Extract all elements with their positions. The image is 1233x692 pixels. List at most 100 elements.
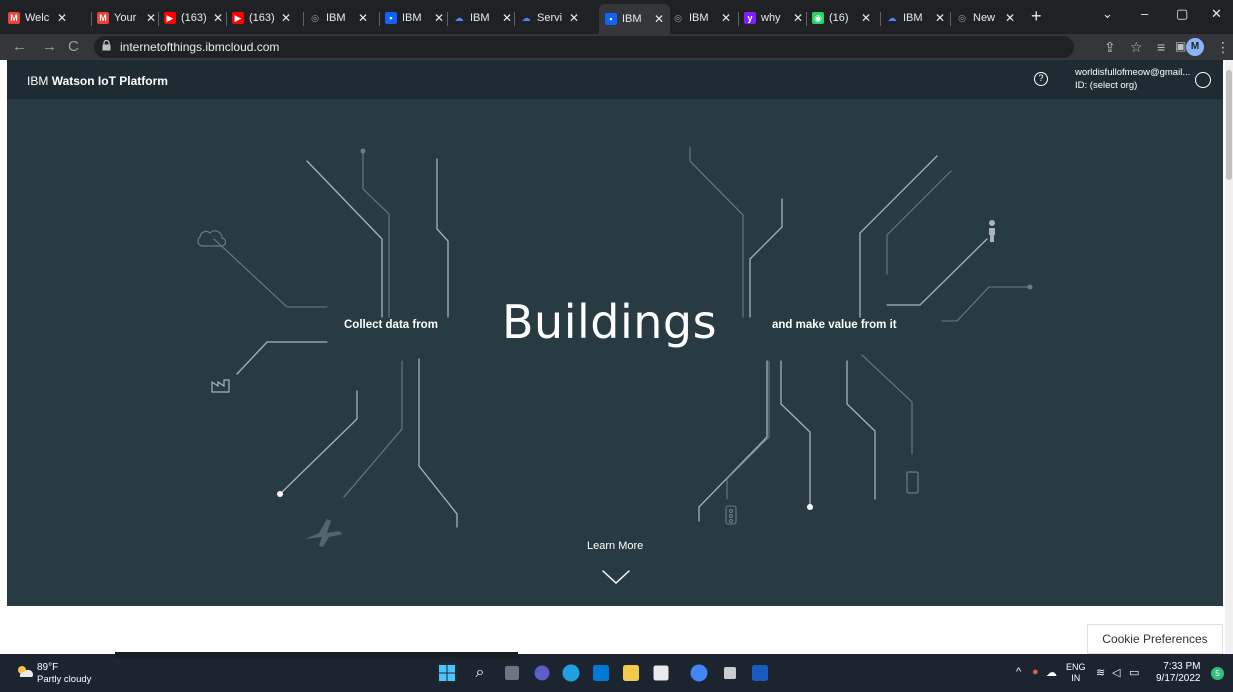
reading-list-icon[interactable]: ≡ [1157, 39, 1165, 55]
tab-title: Your [114, 12, 137, 24]
tab-close-icon[interactable]: ✕ [434, 11, 444, 25]
browser-tab[interactable]: ▶ (163) ✕ [164, 8, 223, 28]
forward-icon[interactable]: → [42, 38, 57, 55]
address-bar[interactable]: internetofthings.ibmcloud.com [94, 36, 1074, 58]
tab-close-icon[interactable]: ✕ [146, 11, 156, 25]
circuit-illustration [197, 146, 1033, 584]
browser-tab[interactable]: ☁ IBM ✕ [453, 8, 513, 28]
restore-button[interactable]: ▢ [1176, 6, 1188, 22]
ibm-cloud-icon: ☁ [521, 12, 531, 23]
help-icon[interactable]: ? [1034, 72, 1048, 86]
browser-tab[interactable]: ☁ Servi ✕ [520, 8, 580, 28]
browser-tab[interactable]: ▶ (163) ✕ [232, 8, 291, 28]
volume-icon[interactable]: ◁ [1112, 666, 1120, 679]
file-explorer-icon[interactable] [623, 665, 639, 681]
lang-top: ENG [1066, 662, 1086, 672]
menu-kebab-icon[interactable]: ⋮ [1216, 39, 1230, 56]
notification-badge[interactable]: 5 [1211, 667, 1224, 680]
profile-avatar[interactable]: M [1186, 38, 1204, 56]
tab-title: IBM [402, 12, 422, 24]
clock[interactable]: 7:33 PM 9/17/2022 [1156, 661, 1201, 685]
account-info[interactable]: worldisfullofmeow@gmail... ID: (select o… [1075, 66, 1190, 92]
browser-tab[interactable]: ◎ IBM ✕ [309, 8, 368, 28]
wifi-icon[interactable]: ≋ [1096, 666, 1105, 679]
url-text: internetofthings.ibmcloud.com [120, 40, 280, 54]
tab-close-icon[interactable]: ✕ [358, 11, 368, 25]
browser-tab[interactable]: M Your ✕ [97, 8, 156, 28]
close-window-button[interactable]: ✕ [1211, 6, 1222, 22]
tab-close-icon[interactable]: ✕ [213, 11, 223, 25]
store-icon[interactable] [653, 665, 669, 681]
phone-icon [906, 471, 919, 494]
ibm-cloud-icon: ☁ [887, 12, 897, 23]
tray-overflow-icon[interactable]: ^ [1016, 666, 1021, 678]
search-icon[interactable]: ⌕ [470, 663, 490, 683]
browser-tab[interactable]: M Welc ✕ [8, 8, 67, 28]
tab-title: New [973, 12, 996, 24]
hero-rotating-word: Buildings [502, 295, 718, 349]
globe-icon: ◎ [674, 12, 682, 23]
mail-icon[interactable] [593, 665, 609, 681]
tab-title: IBM [326, 12, 346, 24]
tab-separator [880, 12, 881, 26]
windows-taskbar: 89°F Partly cloudy ⌕ ^ ● ☁ ENG IN ≋ ◁ ▭ … [0, 652, 1233, 692]
tab-close-icon[interactable]: ✕ [721, 11, 731, 25]
user-icon[interactable] [1195, 72, 1211, 88]
app-icon[interactable] [724, 667, 736, 679]
browser-tab[interactable]: ▪ IBM ✕ [385, 8, 444, 28]
tab-close-icon[interactable]: ✕ [57, 11, 67, 25]
bookmark-star-icon[interactable]: ☆ [1130, 39, 1143, 56]
brand-prefix: IBM [27, 74, 49, 88]
tab-title: IBM [470, 12, 490, 24]
brand-title[interactable]: IBM Watson IoT Platform [27, 74, 168, 88]
tab-separator [950, 12, 951, 26]
browser-tab[interactable]: ☁ IBM ✕ [886, 8, 946, 28]
share-icon[interactable]: ⇪ [1104, 39, 1116, 56]
tab-close-icon[interactable]: ✕ [861, 11, 871, 25]
teams-chat-icon[interactable] [534, 665, 550, 681]
browser-tab[interactable]: y why ✕ [744, 8, 803, 28]
hero-banner: Collect data from Buildings and make val… [7, 99, 1223, 606]
back-icon[interactable]: ← [12, 38, 27, 55]
minimize-button[interactable]: – [1141, 6, 1148, 21]
factory-icon [211, 379, 230, 393]
word-icon[interactable] [752, 665, 768, 681]
tab-close-icon[interactable]: ✕ [281, 11, 291, 25]
battery-icon[interactable]: ▭ [1129, 666, 1139, 679]
page-scrollbar-thumb[interactable] [1226, 70, 1232, 180]
weather-temp: 89°F [37, 662, 59, 673]
tab-separator [158, 12, 159, 26]
cookie-preferences-button[interactable]: Cookie Preferences [1087, 624, 1223, 654]
tab-close-icon[interactable]: ✕ [654, 12, 664, 26]
side-panel-icon[interactable]: ▣ [1175, 39, 1186, 53]
edge-icon[interactable] [562, 664, 580, 682]
tab-separator [226, 12, 227, 26]
tab-separator [303, 12, 304, 26]
tab-title: IBM [903, 12, 923, 24]
tray-app-icon[interactable]: ● [1032, 666, 1039, 678]
reload-icon[interactable]: C [68, 38, 79, 55]
tab-close-icon[interactable]: ✕ [569, 11, 579, 25]
learn-more-link[interactable]: Learn More [587, 540, 643, 552]
iot-header: IBM Watson IoT Platform ? worldisfullofm… [7, 60, 1223, 99]
tab-search-icon[interactable]: ⌄ [1102, 6, 1113, 22]
tray-cloud-icon[interactable]: ☁ [1046, 666, 1057, 679]
tab-separator [447, 12, 448, 26]
account-email: worldisfullofmeow@gmail... [1075, 67, 1191, 78]
new-tab-button[interactable]: + [1031, 6, 1042, 27]
tab-close-icon[interactable]: ✕ [793, 11, 803, 25]
task-view-icon[interactable] [505, 666, 519, 680]
language-indicator[interactable]: ENG IN [1066, 662, 1086, 684]
lang-bottom: IN [1071, 673, 1081, 683]
browser-tab[interactable]: ◉ (16) ✕ [812, 8, 871, 28]
page-viewport: IBM Watson IoT Platform ? worldisfullofm… [7, 60, 1223, 654]
tab-close-icon[interactable]: ✕ [502, 11, 512, 25]
browser-tab[interactable]: ▪ IBM ✕ [599, 4, 671, 34]
chrome-icon[interactable] [690, 664, 708, 682]
browser-tab[interactable]: ◎ IBM ✕ [672, 8, 731, 28]
partly-cloudy-icon[interactable] [16, 664, 34, 678]
tab-close-icon[interactable]: ✕ [1005, 11, 1015, 25]
browser-tab[interactable]: ◎ New ✕ [956, 8, 1015, 28]
tab-close-icon[interactable]: ✕ [935, 11, 945, 25]
start-button[interactable] [437, 663, 457, 683]
